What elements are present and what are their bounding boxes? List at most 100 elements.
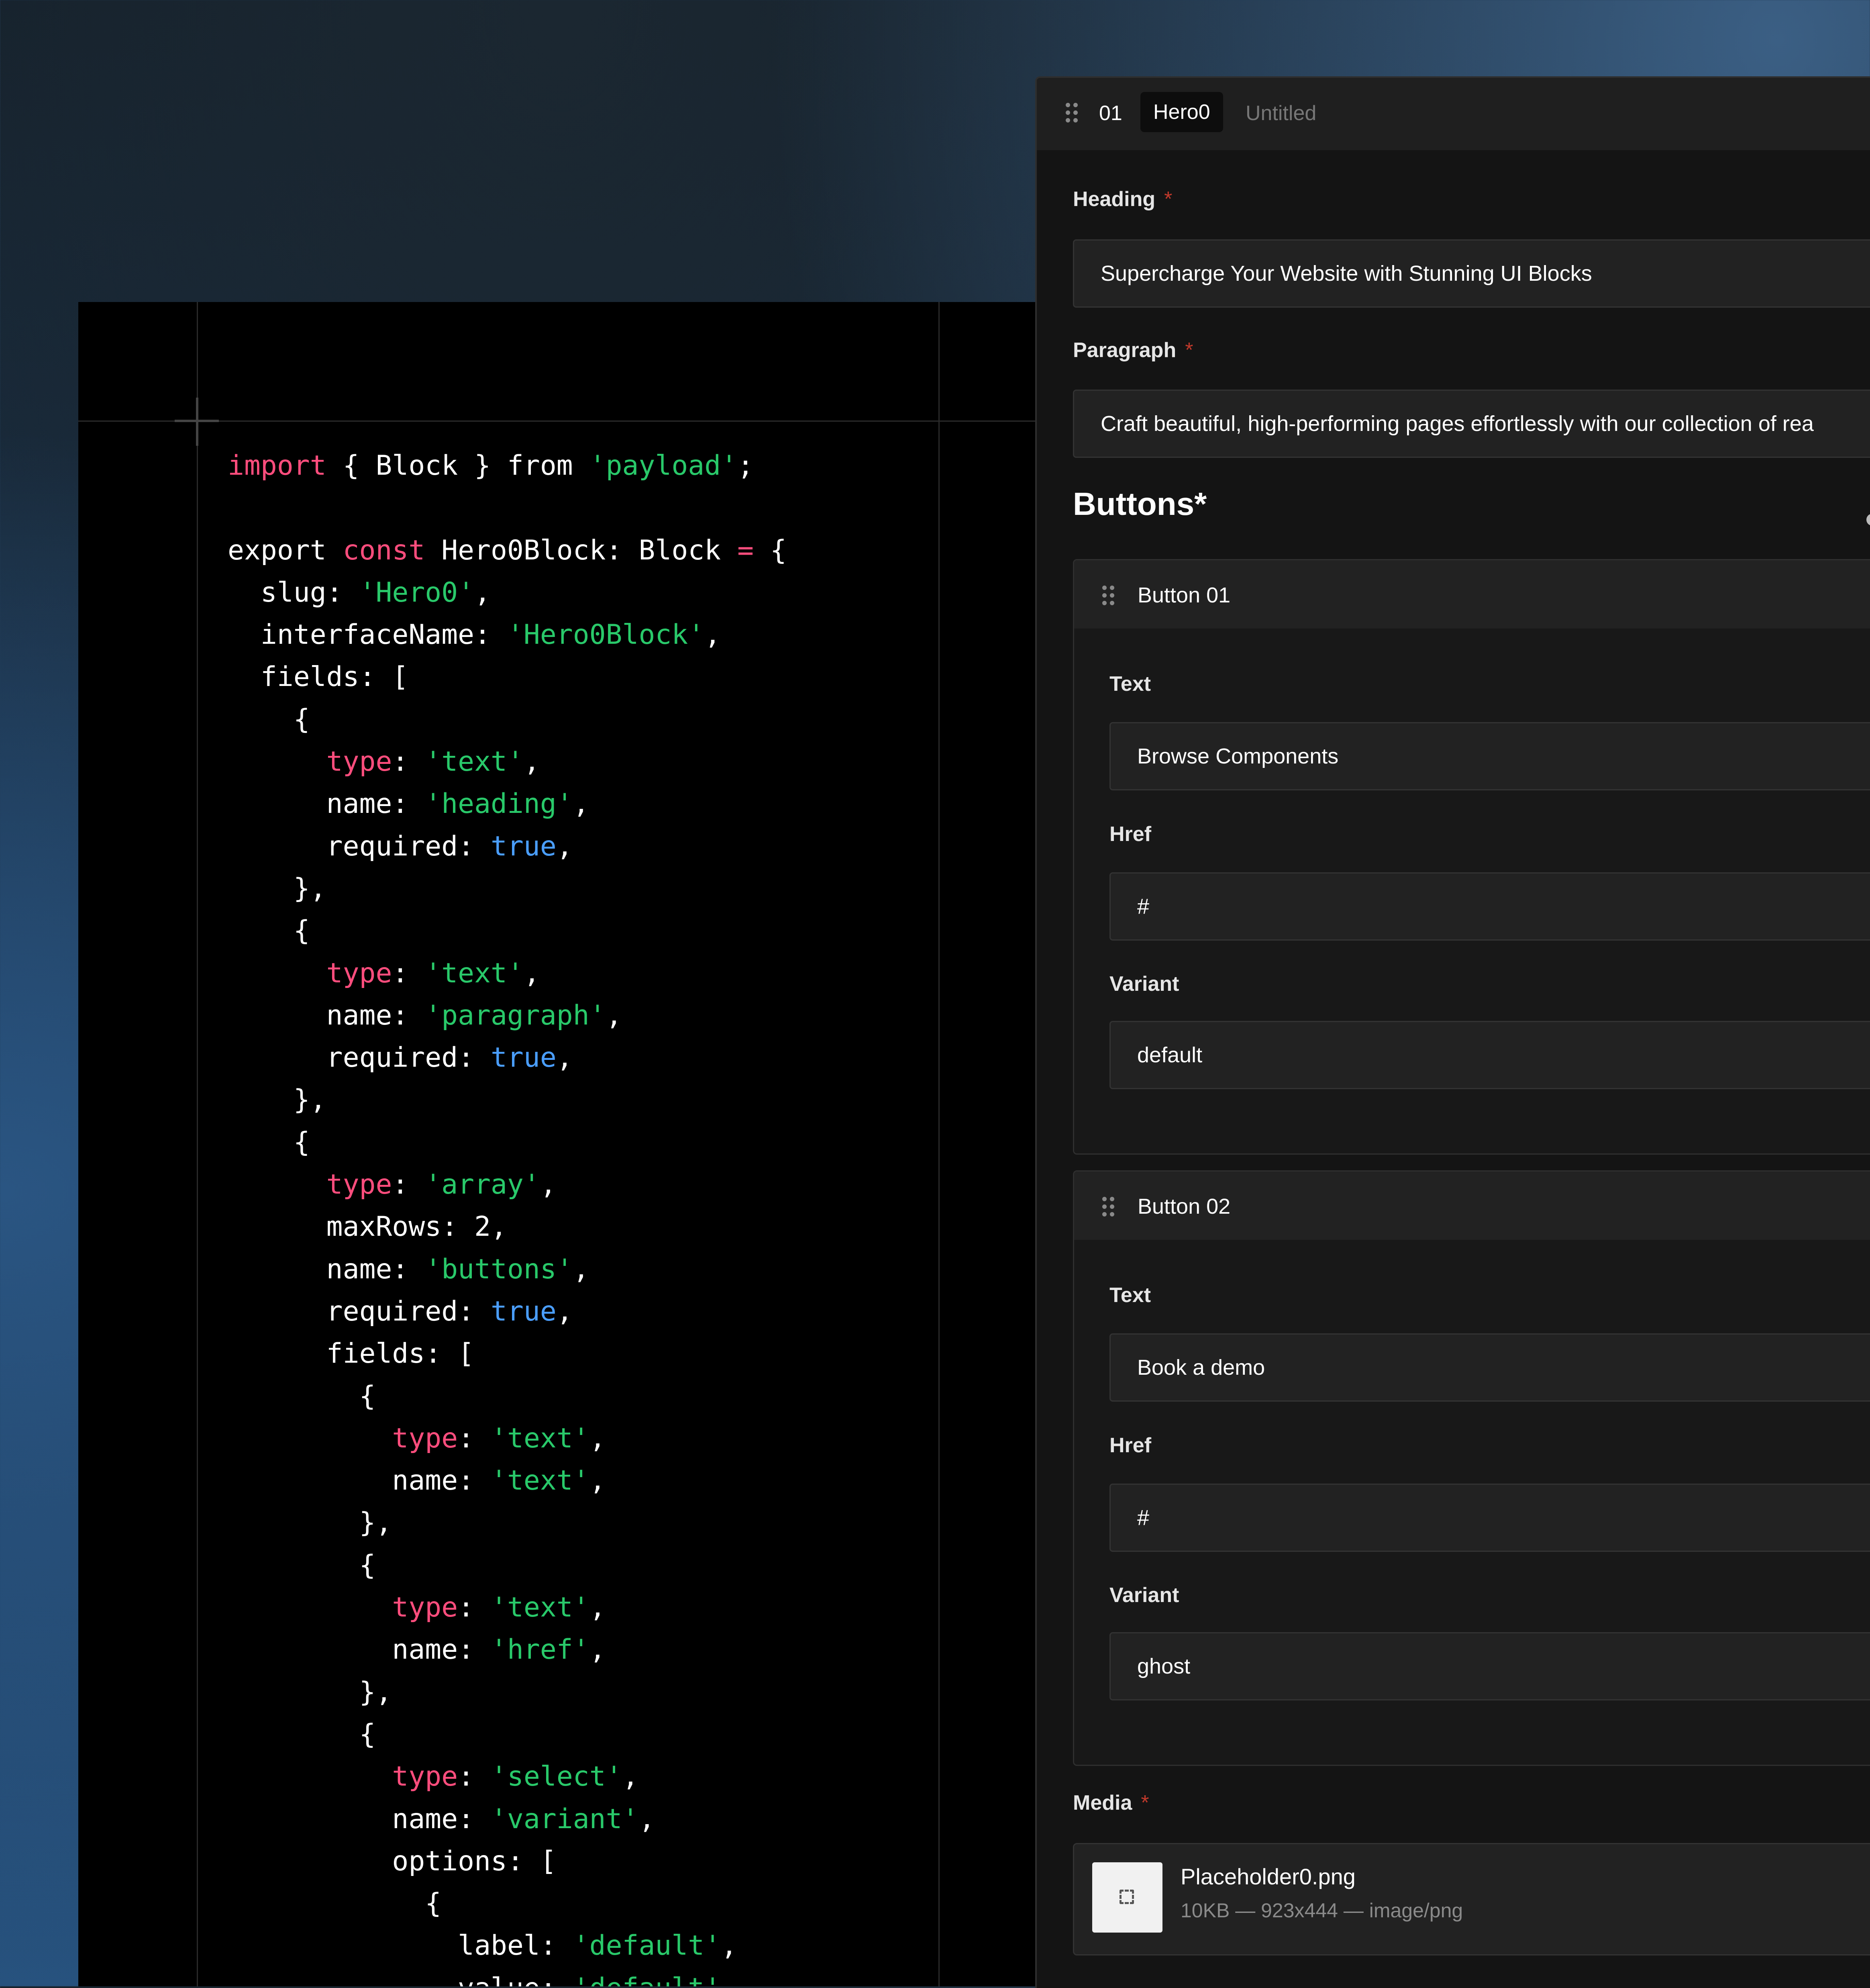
array-row-header[interactable]: Button 02: [1074, 1172, 1870, 1240]
code-token: {: [228, 703, 310, 735]
code-line: type: 'text',: [228, 1417, 787, 1459]
array-row-header[interactable]: Button 01: [1074, 560, 1870, 629]
heading-input[interactable]: Supercharge Your Website with Stunning U…: [1073, 239, 1870, 308]
button-text-input[interactable]: Book a demo: [1109, 1333, 1870, 1402]
button-href-input[interactable]: #: [1109, 1484, 1870, 1552]
code-editor-panel: import { Block } from 'payload'; export …: [78, 302, 1062, 1986]
code-token: options: [: [228, 1845, 557, 1877]
code-token: 'default': [573, 1972, 721, 1986]
code-token: ,: [556, 1042, 573, 1074]
code-token: const: [343, 534, 425, 566]
code-line: slug: 'Hero0',: [228, 571, 787, 614]
code-token: 'text': [491, 1592, 589, 1624]
code-token: {: [228, 1718, 376, 1750]
array-row-title: Button 02: [1138, 1194, 1231, 1219]
code-token: :: [392, 1169, 425, 1201]
drag-handle-icon[interactable]: [1102, 1197, 1114, 1216]
media-upload-card[interactable]: Placeholder0.png 10KB — 923x444 — image/…: [1073, 1843, 1870, 1955]
href-label: Href: [1109, 1434, 1152, 1457]
code-token: ,: [556, 830, 573, 862]
code-line: name: 'paragraph',: [228, 994, 787, 1037]
block-index: 01: [1099, 102, 1122, 125]
code-token: ,: [474, 576, 491, 608]
code-token: ,: [606, 999, 622, 1031]
code-token: {: [754, 534, 787, 566]
code-token: name:: [228, 999, 425, 1031]
code-token: Hero0Block: Block: [425, 534, 738, 566]
buttons-section-title: Buttons*: [1073, 486, 1207, 522]
code-token: 'text': [425, 746, 524, 778]
code-line: name: 'text',: [228, 1459, 787, 1502]
button-text-input[interactable]: Browse Components: [1109, 722, 1870, 790]
code-line: interfaceName: 'Hero0Block',: [228, 614, 787, 656]
code-line: {: [228, 698, 787, 741]
code-token: maxRows: 2,: [228, 1211, 507, 1243]
drag-handle-icon[interactable]: [1066, 103, 1078, 122]
crosshair-icon: [196, 398, 198, 446]
required-mark: *: [1164, 188, 1173, 211]
button-variant-select[interactable]: ghost: [1109, 1632, 1870, 1700]
code-block: import { Block } from 'payload'; export …: [228, 445, 787, 1986]
drag-handle-icon[interactable]: [1102, 586, 1114, 605]
code-line: name: 'variant',: [228, 1798, 787, 1840]
code-token: ,: [540, 1169, 557, 1201]
code-line: export const Hero0Block: Block = {: [228, 529, 787, 571]
code-token: name:: [228, 788, 425, 820]
code-token: type: [326, 746, 392, 778]
button-href-input[interactable]: #: [1109, 872, 1870, 941]
code-line: options: [: [228, 1840, 787, 1882]
code-token: 'Hero0': [359, 576, 475, 608]
paragraph-input[interactable]: Craft beautiful, high-performing pages e…: [1073, 390, 1870, 458]
code-line: import { Block } from 'payload';: [228, 445, 787, 487]
code-token: :: [392, 746, 425, 778]
media-filename[interactable]: Placeholder0.png: [1181, 1863, 1356, 1890]
code-token: 'heading': [425, 788, 573, 820]
code-token: interfaceName:: [228, 619, 507, 651]
code-token: ,: [721, 1972, 737, 1986]
code-token: name:: [228, 1465, 491, 1497]
code-token: ,: [589, 1422, 606, 1454]
media-thumbnail[interactable]: [1092, 1862, 1162, 1933]
paragraph-label: Paragraph *: [1073, 339, 1193, 362]
block-form-panel: 01 Hero0 Untitled Heading * Supercharge Y…: [1035, 76, 1870, 1988]
code-token: name:: [228, 1253, 425, 1285]
code-line: type: 'text',: [228, 741, 787, 783]
code-line: fields: [: [228, 656, 787, 698]
code-line: {: [228, 1375, 787, 1417]
code-token: type: [392, 1422, 458, 1454]
button-variant-select[interactable]: default: [1109, 1021, 1870, 1089]
code-token: },: [228, 1507, 392, 1539]
code-token: import: [228, 450, 326, 482]
code-token: },: [228, 1676, 392, 1708]
code-token: required:: [228, 1042, 491, 1074]
code-line: type: 'text',: [228, 1586, 787, 1629]
collapse-toggle-icon[interactable]: [1866, 514, 1870, 526]
text-label: Text: [1109, 1284, 1151, 1307]
code-token: 'variant': [491, 1803, 639, 1835]
code-token: ,: [622, 1761, 639, 1793]
code-token: :: [392, 957, 425, 989]
code-token: ,: [523, 957, 540, 989]
block-header[interactable]: 01 Hero0 Untitled: [1037, 78, 1870, 150]
code-line: fields: [: [228, 1333, 787, 1375]
code-line: label: 'default',: [228, 1925, 787, 1967]
text-label: Text: [1109, 672, 1151, 696]
button-row-02: Button 02 Text Book a demo Href # Varian…: [1073, 1170, 1870, 1766]
code-line: value: 'default',: [228, 1967, 787, 1986]
code-token: },: [228, 872, 326, 904]
code-token: 'payload': [589, 450, 738, 482]
block-type-badge: Hero0: [1140, 92, 1223, 132]
code-token: label:: [228, 1930, 573, 1962]
code-token: type: [392, 1592, 458, 1624]
code-token: 'paragraph': [425, 999, 606, 1031]
code-token: ,: [556, 1295, 573, 1327]
code-token: true: [491, 1042, 557, 1074]
code-token: type: [326, 1169, 392, 1201]
code-line: },: [228, 1502, 787, 1544]
code-token: {: [228, 1549, 376, 1581]
code-token: export: [228, 534, 343, 566]
code-line: type: 'array',: [228, 1163, 787, 1206]
